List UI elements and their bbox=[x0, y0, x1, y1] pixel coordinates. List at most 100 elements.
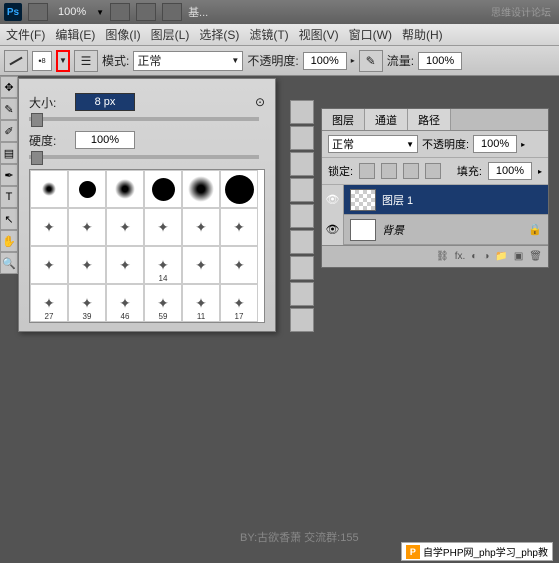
view-grid-button[interactable] bbox=[110, 3, 130, 21]
brush-preset-cell[interactable]: ✦11 bbox=[182, 284, 220, 322]
tool-eyedropper[interactable]: ✎ bbox=[0, 98, 18, 120]
source-badge[interactable]: P 自学PHP网_php学习_php教 bbox=[401, 542, 553, 561]
layer-row[interactable]: 👁背景🔒 bbox=[322, 215, 548, 245]
chevron-right-icon[interactable]: ▸ bbox=[538, 167, 542, 176]
menu-help[interactable]: 帮助(H) bbox=[402, 26, 443, 43]
menu-image[interactable]: 图像(I) bbox=[105, 26, 140, 43]
tool-brush[interactable]: ✐ bbox=[0, 120, 18, 142]
menu-file[interactable]: 文件(F) bbox=[6, 26, 45, 43]
menu-layer[interactable]: 图层(L) bbox=[151, 26, 190, 43]
brush-preset-cell[interactable]: ✦ bbox=[106, 208, 144, 246]
brush-preset-cell[interactable]: ✦39 bbox=[68, 284, 106, 322]
tool-hand[interactable]: ✋ bbox=[0, 230, 18, 252]
workspace-menu-button[interactable] bbox=[28, 3, 48, 21]
panel-icon-1[interactable] bbox=[290, 100, 314, 124]
brush-hardness-input[interactable] bbox=[75, 131, 135, 149]
panel-icon-6[interactable] bbox=[290, 230, 314, 254]
panel-icon-4[interactable] bbox=[290, 178, 314, 202]
panel-icon-8[interactable] bbox=[290, 282, 314, 306]
brush-size-slider[interactable] bbox=[29, 117, 259, 121]
brush-preset-cell[interactable]: ✦ bbox=[68, 246, 106, 284]
brush-preset-cell[interactable]: ✦17 bbox=[220, 284, 258, 322]
brush-preset-cell[interactable] bbox=[68, 170, 106, 208]
layer-row[interactable]: 👁图层 1 bbox=[322, 185, 548, 215]
tab-layers[interactable]: 图层 bbox=[322, 109, 365, 130]
brush-picker-dropdown[interactable]: ▼ bbox=[56, 50, 70, 72]
link-layers-icon[interactable]: ⛓ bbox=[436, 251, 449, 262]
brush-preset-cell[interactable]: ✦ bbox=[30, 208, 68, 246]
brush-preset-cell[interactable]: ✦59 bbox=[144, 284, 182, 322]
panel-icon-3[interactable] bbox=[290, 152, 314, 176]
mask-icon[interactable]: ◐ bbox=[471, 251, 477, 262]
brush-preset-cell[interactable]: ✦27 bbox=[30, 284, 68, 322]
tool-type[interactable]: T bbox=[0, 186, 18, 208]
brush-size-label: 大小: bbox=[29, 94, 67, 111]
brush-preset-cell[interactable] bbox=[30, 170, 68, 208]
layer-opacity-label: 不透明度: bbox=[422, 136, 469, 152]
tool-path[interactable]: ↖ bbox=[0, 208, 18, 230]
brush-preset-cell[interactable]: ✦46 bbox=[106, 284, 144, 322]
menu-view[interactable]: 视图(V) bbox=[299, 26, 339, 43]
menu-edit[interactable]: 编辑(E) bbox=[55, 26, 95, 43]
menu-filter[interactable]: 滤镜(T) bbox=[249, 26, 288, 43]
brush-preset-cell[interactable]: ✦ bbox=[30, 246, 68, 284]
chevron-right-icon[interactable]: ▸ bbox=[351, 56, 355, 65]
tool-gradient[interactable]: ▤ bbox=[0, 142, 18, 164]
brush-size-input[interactable] bbox=[75, 93, 135, 111]
trash-icon[interactable]: 🗑 bbox=[529, 251, 542, 262]
panel-icon-2[interactable] bbox=[290, 126, 314, 150]
flyout-menu-icon[interactable]: ⊙ bbox=[255, 95, 265, 109]
lock-position-icon[interactable] bbox=[403, 163, 419, 179]
brush-preset-cell[interactable]: ✦ bbox=[182, 208, 220, 246]
fx-icon[interactable]: fx. bbox=[455, 251, 466, 262]
brush-preset-cell[interactable]: ✦ bbox=[220, 246, 258, 284]
brush-preset-cell[interactable] bbox=[144, 170, 182, 208]
brush-preset-cell[interactable]: ✦ bbox=[182, 246, 220, 284]
tool-move[interactable]: ✥ bbox=[0, 76, 18, 98]
brush-preset-cell[interactable]: ✦ bbox=[220, 208, 258, 246]
brush-preset-cell[interactable] bbox=[220, 170, 258, 208]
brush-preset-cell[interactable]: ✦ bbox=[106, 246, 144, 284]
adjustment-icon[interactable]: ◑ bbox=[483, 251, 489, 262]
arrange-button[interactable] bbox=[162, 3, 182, 21]
panel-icon-9[interactable] bbox=[290, 308, 314, 332]
layer-fill-input[interactable] bbox=[488, 162, 532, 180]
layer-opacity-input[interactable] bbox=[473, 135, 517, 153]
layer-blend-mode-select[interactable]: 正常▼ bbox=[328, 135, 418, 153]
brush-preview[interactable]: •8 bbox=[32, 51, 52, 71]
lock-pixels-icon[interactable] bbox=[381, 163, 397, 179]
tool-pen[interactable]: ✒ bbox=[0, 164, 18, 186]
lock-all-icon[interactable] bbox=[425, 163, 441, 179]
menu-select[interactable]: 选择(S) bbox=[199, 26, 239, 43]
zoom-level[interactable]: 100% bbox=[54, 6, 90, 18]
tool-preset-button[interactable] bbox=[4, 50, 28, 72]
group-icon[interactable]: 📁 bbox=[495, 251, 507, 262]
opacity-input[interactable] bbox=[303, 52, 347, 70]
tab-paths[interactable]: 路径 bbox=[408, 109, 451, 130]
visibility-eye-icon[interactable]: 👁 bbox=[322, 215, 344, 245]
brush-panel-toggle[interactable]: ☰ bbox=[74, 50, 98, 72]
chevron-right-icon[interactable]: ▸ bbox=[521, 140, 525, 149]
brush-preset-cell[interactable]: ✦ bbox=[68, 208, 106, 246]
brush-preset-panel: 大小: ⊙ 硬度: ✦✦✦✦✦✦✦✦✦✦14✦✦✦27✦39✦46✦59✦11✦… bbox=[18, 78, 276, 332]
panel-icon-7[interactable] bbox=[290, 256, 314, 280]
tab-channels[interactable]: 通道 bbox=[365, 109, 408, 130]
panel-icon-5[interactable] bbox=[290, 204, 314, 228]
layer-thumbnail[interactable] bbox=[350, 189, 376, 211]
blend-mode-select[interactable]: 正常▼ bbox=[133, 51, 243, 71]
tablet-pressure-button[interactable]: ✎ bbox=[359, 50, 383, 72]
flow-input[interactable] bbox=[418, 52, 462, 70]
brush-hardness-slider[interactable] bbox=[29, 155, 259, 159]
menu-window[interactable]: 窗口(W) bbox=[349, 26, 392, 43]
view-extras-button[interactable] bbox=[136, 3, 156, 21]
brush-preset-cell[interactable] bbox=[106, 170, 144, 208]
layer-thumbnail[interactable] bbox=[350, 219, 376, 241]
brush-preset-cell[interactable]: ✦ bbox=[144, 208, 182, 246]
brush-preset-cell[interactable] bbox=[182, 170, 220, 208]
visibility-eye-icon[interactable]: 👁 bbox=[322, 185, 344, 215]
tool-zoom[interactable]: 🔍 bbox=[0, 252, 18, 274]
brush-preset-cell[interactable]: ✦14 bbox=[144, 246, 182, 284]
lock-transparency-icon[interactable] bbox=[359, 163, 375, 179]
chevron-down-icon[interactable]: ▼ bbox=[96, 8, 104, 17]
new-layer-icon[interactable]: ▣ bbox=[514, 251, 523, 262]
